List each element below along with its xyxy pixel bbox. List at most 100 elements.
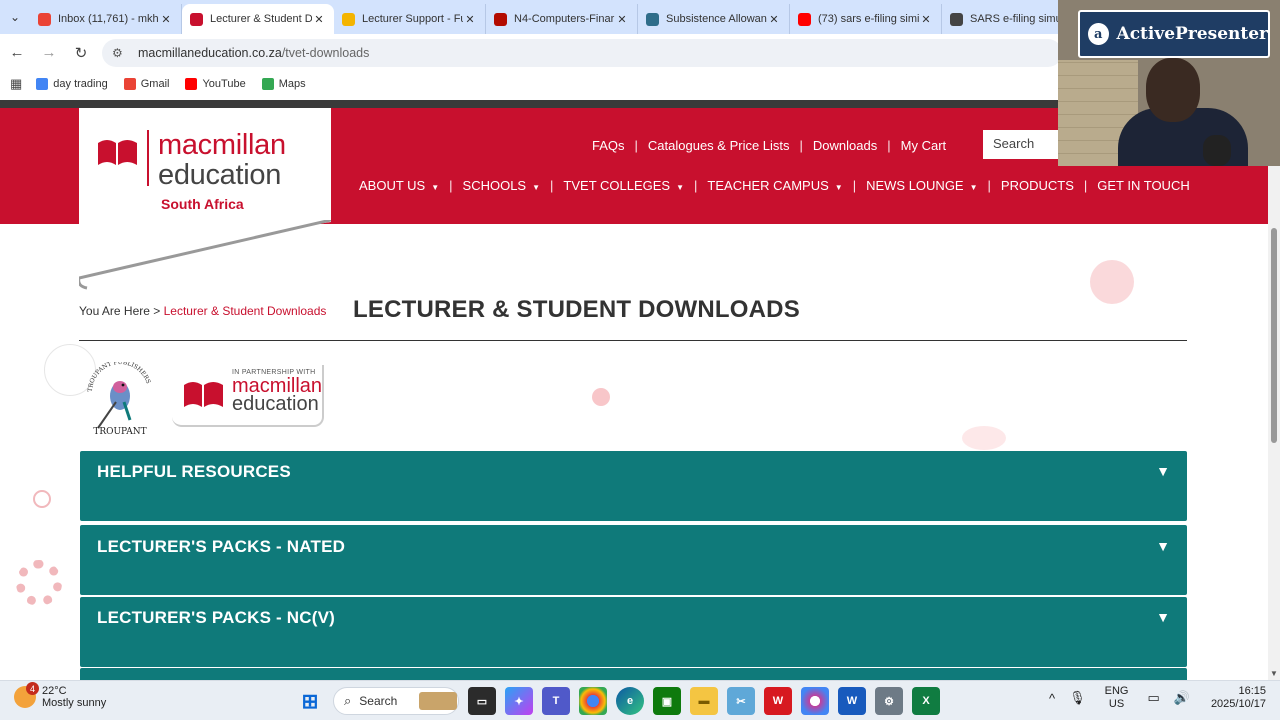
close-icon[interactable]: ✕ <box>463 13 477 26</box>
scrollbar-thumb[interactable] <box>1271 228 1277 443</box>
forward-icon[interactable]: → <box>34 38 64 68</box>
volume-icon[interactable]: 🔊 <box>1174 690 1190 706</box>
youtube-icon <box>798 12 811 26</box>
chevron-down-icon[interactable]: ▼ <box>1156 538 1170 554</box>
webcam-overlay: a ActivePresenter <box>1058 0 1280 166</box>
breadcrumb-current[interactable]: Lecturer & Student Downloads <box>164 304 327 318</box>
word-icon[interactable]: W <box>838 687 866 715</box>
troupant-logo: TROUPANT PUBLISHERS TROUPANT <box>87 362 152 436</box>
chevron-up-icon[interactable]: ^ <box>1049 691 1055 706</box>
excel-icon[interactable]: X <box>912 687 940 715</box>
tab-title: SARS e-filing simula <box>970 13 1071 25</box>
language-indicator[interactable]: ENG US <box>1105 685 1129 711</box>
tab-search-icon[interactable]: ⌄ <box>0 0 30 34</box>
network-icon[interactable]: ▭ <box>1147 690 1159 706</box>
main-nav-item[interactable]: ABOUT US ▼ <box>359 178 439 193</box>
file-explorer-icon[interactable]: ▬ <box>690 687 718 715</box>
sars-icon <box>646 12 659 26</box>
caret-down-icon: ▼ <box>532 183 541 192</box>
globe-icon <box>950 12 963 26</box>
close-icon[interactable]: ✕ <box>919 13 933 26</box>
nav-separator: | <box>1083 178 1088 193</box>
sun-icon: 4 <box>14 682 39 708</box>
top-nav-link[interactable]: Downloads <box>813 138 877 153</box>
apps-grid-icon[interactable]: ▦ <box>10 76 22 92</box>
edge-icon[interactable]: e <box>616 687 644 715</box>
bookmark-item[interactable]: Gmail <box>123 78 169 90</box>
close-icon[interactable]: ✕ <box>312 13 326 26</box>
close-icon[interactable]: ✕ <box>159 13 173 26</box>
main-nav-item[interactable]: SCHOOLS ▼ <box>463 178 541 193</box>
macmillan-logo-icon <box>184 382 223 407</box>
browser-tab[interactable]: (73) sars e-filing simi ✕ <box>790 4 942 34</box>
taskbar-search[interactable]: ⌕ Search <box>333 687 459 715</box>
chrome-icon[interactable] <box>579 687 607 715</box>
bookmark-item[interactable]: YouTube <box>185 78 246 90</box>
page-scrollbar[interactable]: ▼ <box>1268 108 1280 680</box>
microphone-icon[interactable]: 🎙 <box>1069 690 1086 706</box>
caret-down-icon: ▼ <box>676 183 685 192</box>
main-nav-item[interactable]: TEACHER CAMPUS ▼ <box>707 178 842 193</box>
brand-line2: education <box>158 159 282 191</box>
copilot-icon[interactable]: ✦ <box>505 687 533 715</box>
browser-tab[interactable]: N4-Computers-Finar ✕ <box>486 4 638 34</box>
tab-title: N4-Computers-Finar <box>514 13 615 25</box>
url-path: /tvet-downloads <box>281 45 370 60</box>
lang-line1: ENG <box>1104 685 1129 697</box>
search-highlight-icon <box>419 692 458 710</box>
logo-divider <box>147 130 149 186</box>
back-icon[interactable]: ← <box>2 38 32 68</box>
browser-tab[interactable]: Lecturer Support - Fu ✕ <box>334 4 486 34</box>
bookmark-label: Maps <box>278 78 306 90</box>
reload-icon[interactable]: ↻ <box>66 38 96 68</box>
wps-icon[interactable]: W <box>764 687 792 715</box>
taskbar-apps: ⊞ ⌕ Search ▭ ✦ T e ▣ ▬ ✂ W W ⚙ X <box>296 687 949 715</box>
main-nav-item[interactable]: PRODUCTS <box>1001 178 1074 193</box>
teams-icon[interactable]: T <box>542 687 570 715</box>
bookmark-item[interactable]: day trading <box>36 78 108 90</box>
browser-tab[interactable]: Inbox (11,761) - mkh ✕ <box>30 4 182 34</box>
main-nav-label: SCHOOLS <box>462 178 527 193</box>
brand-line1: macmillan <box>158 129 286 161</box>
scroll-down-icon[interactable]: ▼ <box>1270 669 1278 678</box>
main-nav-item[interactable]: NEWS LOUNGE ▼ <box>866 178 977 193</box>
main-nav-item[interactable]: TVET COLLEGES ▼ <box>563 178 684 193</box>
task-view-icon[interactable]: ▭ <box>468 687 496 715</box>
weather-widget[interactable]: 4 22°C Mostly sunny <box>14 682 106 709</box>
top-nav: FAQs | Catalogues & Price Lists | Downloads |… <box>592 138 946 153</box>
nav-separator: | <box>852 178 857 193</box>
accordion-helpful-resources[interactable]: HELPFUL RESOURCES ▼ <box>80 451 1187 521</box>
chevron-down-icon[interactable]: ▼ <box>1156 609 1170 625</box>
microphone <box>1203 135 1231 166</box>
settings-gear-icon[interactable]: ⚙ <box>875 687 903 715</box>
decor-circle <box>592 388 610 406</box>
decor-ring <box>33 490 51 508</box>
windows-start-icon[interactable]: ⊞ <box>296 687 324 715</box>
address-bar[interactable]: ⚙ macmillaneducation.co.za/tvet-download… <box>102 38 1062 67</box>
top-nav-link[interactable]: My Cart <box>901 138 947 153</box>
terminal-icon[interactable]: ▣ <box>653 687 681 715</box>
caret-down-icon: ▼ <box>431 183 440 192</box>
browser-tab[interactable]: Lecturer & Student D ✕ <box>182 4 334 34</box>
clock[interactable]: 16:15 2025/10/17 <box>1211 685 1266 711</box>
main-nav-item[interactable]: GET IN TOUCH <box>1097 178 1189 193</box>
lecturer-support-icon <box>342 12 355 26</box>
chrome-profile-icon[interactable] <box>801 687 829 715</box>
bookmark-item[interactable]: Maps <box>261 78 306 90</box>
accordion-lecturers-packs-ncv[interactable]: LECTURER'S PACKS - NC(V) ▼ <box>80 597 1187 667</box>
accordion-lecturers-packs-nated[interactable]: LECTURER'S PACKS - NATED ▼ <box>80 525 1187 595</box>
top-nav-link[interactable]: Catalogues & Price Lists <box>648 138 790 153</box>
top-nav-link[interactable]: FAQs <box>592 138 625 153</box>
nav-separator: | <box>887 138 891 153</box>
close-icon[interactable]: ✕ <box>767 13 781 26</box>
accordion-next[interactable] <box>80 668 1187 680</box>
system-tray: ^ 🎙 ENG US ▭ 🔊 16:15 2025/10/17 <box>1042 685 1266 711</box>
nav-separator: | <box>634 138 638 153</box>
close-icon[interactable]: ✕ <box>615 13 629 26</box>
browser-tab[interactable]: Subsistence Allowan ✕ <box>638 4 790 34</box>
chevron-down-icon[interactable]: ▼ <box>1156 463 1170 479</box>
gmail-icon <box>123 78 136 90</box>
title-divider <box>79 340 1187 341</box>
site-info-icon[interactable]: ⚙ <box>112 46 130 60</box>
snipping-tool-icon[interactable]: ✂ <box>727 687 755 715</box>
